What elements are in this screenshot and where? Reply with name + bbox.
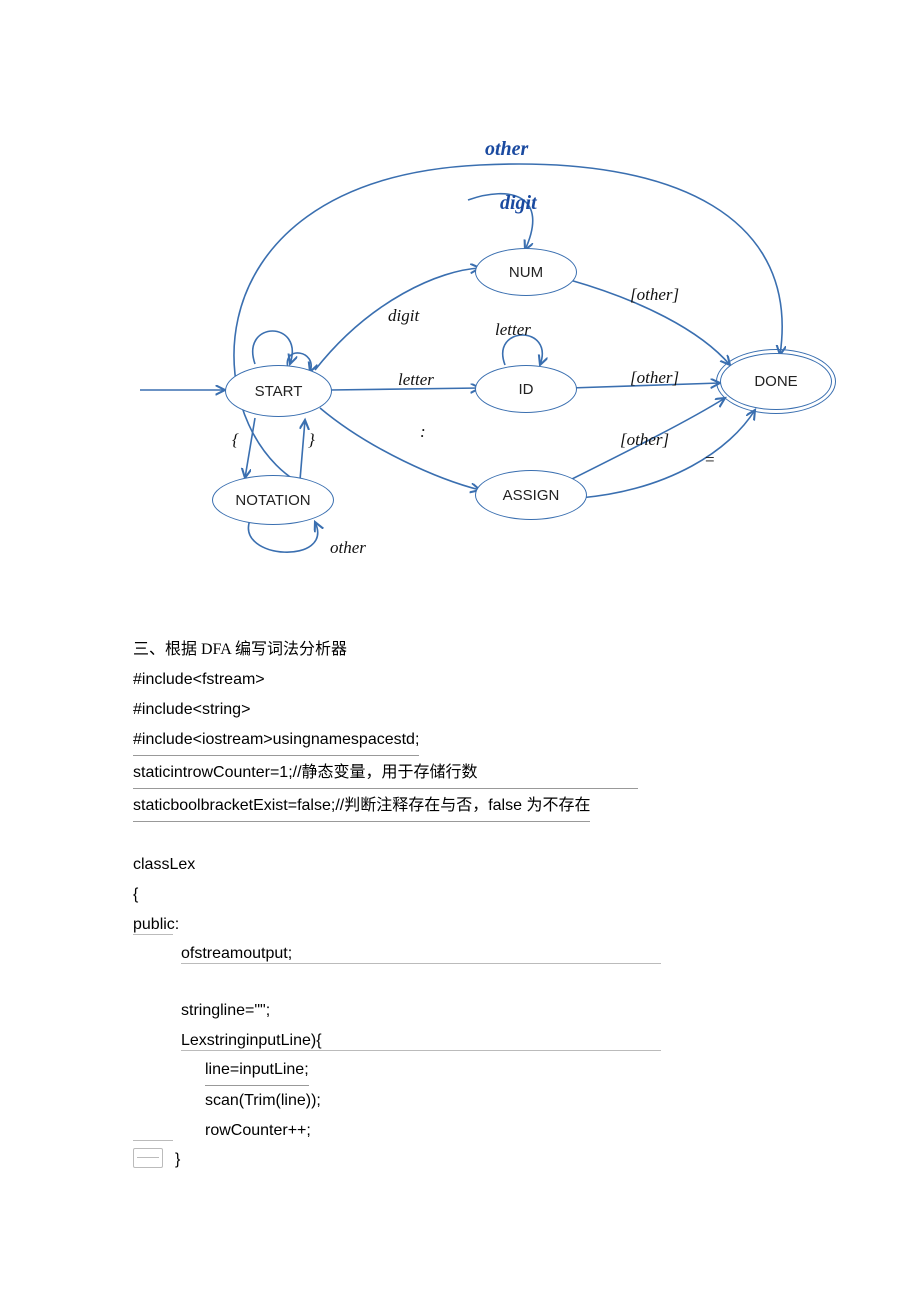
code-line-14: rowCounter++; <box>133 1116 793 1146</box>
code-line-13: scan(Trim(line)); <box>133 1086 793 1116</box>
code-line-9: ofstreamoutput; <box>181 945 292 962</box>
code-line-8: public: <box>133 910 793 940</box>
code-line-12: line=inputLine; <box>205 1055 309 1086</box>
state-notation: NOTATION <box>212 475 334 525</box>
page: START NOTATION NUM ID ASSIGN DONE other … <box>0 0 920 1301</box>
code-line-3: #include<iostream>usingnamespacestd; <box>133 725 419 756</box>
label-id-other: [other] <box>630 368 679 388</box>
label-letter-loop: letter <box>495 320 531 340</box>
label-close-brace: } <box>308 430 315 450</box>
label-letter: letter <box>398 370 434 390</box>
label-open-brace: { <box>232 430 239 450</box>
code-line-15: } <box>175 1151 180 1168</box>
code-line-11: LexstringinputLine){ <box>133 1026 793 1056</box>
code-line-4: staticintrowCounter=1;//静态变量，用于存储行数 <box>133 758 638 789</box>
state-num: NUM <box>475 248 577 296</box>
code-line-5: staticboolbracketExist=false;//判断注释存在与否，… <box>133 791 590 822</box>
section-title: 三、根据 DFA 编写词法分析器 <box>133 635 793 665</box>
label-num-other: [other] <box>630 285 679 305</box>
margin-handle-icon <box>133 1148 163 1168</box>
state-done: DONE <box>720 353 832 410</box>
label-digit-top: digit <box>500 192 537 215</box>
label-notation-other: other <box>330 538 366 558</box>
label-eq: = <box>705 450 715 470</box>
code-line-2: #include<string> <box>133 695 793 725</box>
label-digit: digit <box>388 306 419 326</box>
state-id: ID <box>475 365 577 413</box>
code-block: 三、根据 DFA 编写词法分析器 #include<fstream> #incl… <box>133 635 793 1175</box>
code-line-1: #include<fstream> <box>133 665 793 695</box>
state-assign: ASSIGN <box>475 470 587 520</box>
label-assign-other: [other] <box>620 430 669 450</box>
code-line-6: classLex <box>133 850 793 880</box>
label-other-top: other <box>485 138 528 161</box>
code-line-7: { <box>133 880 793 910</box>
state-start: START <box>225 365 332 417</box>
code-line-10: stringline=""; <box>133 996 793 1026</box>
dfa-diagram: START NOTATION NUM ID ASSIGN DONE other … <box>140 140 840 570</box>
label-colon: : <box>420 422 426 442</box>
